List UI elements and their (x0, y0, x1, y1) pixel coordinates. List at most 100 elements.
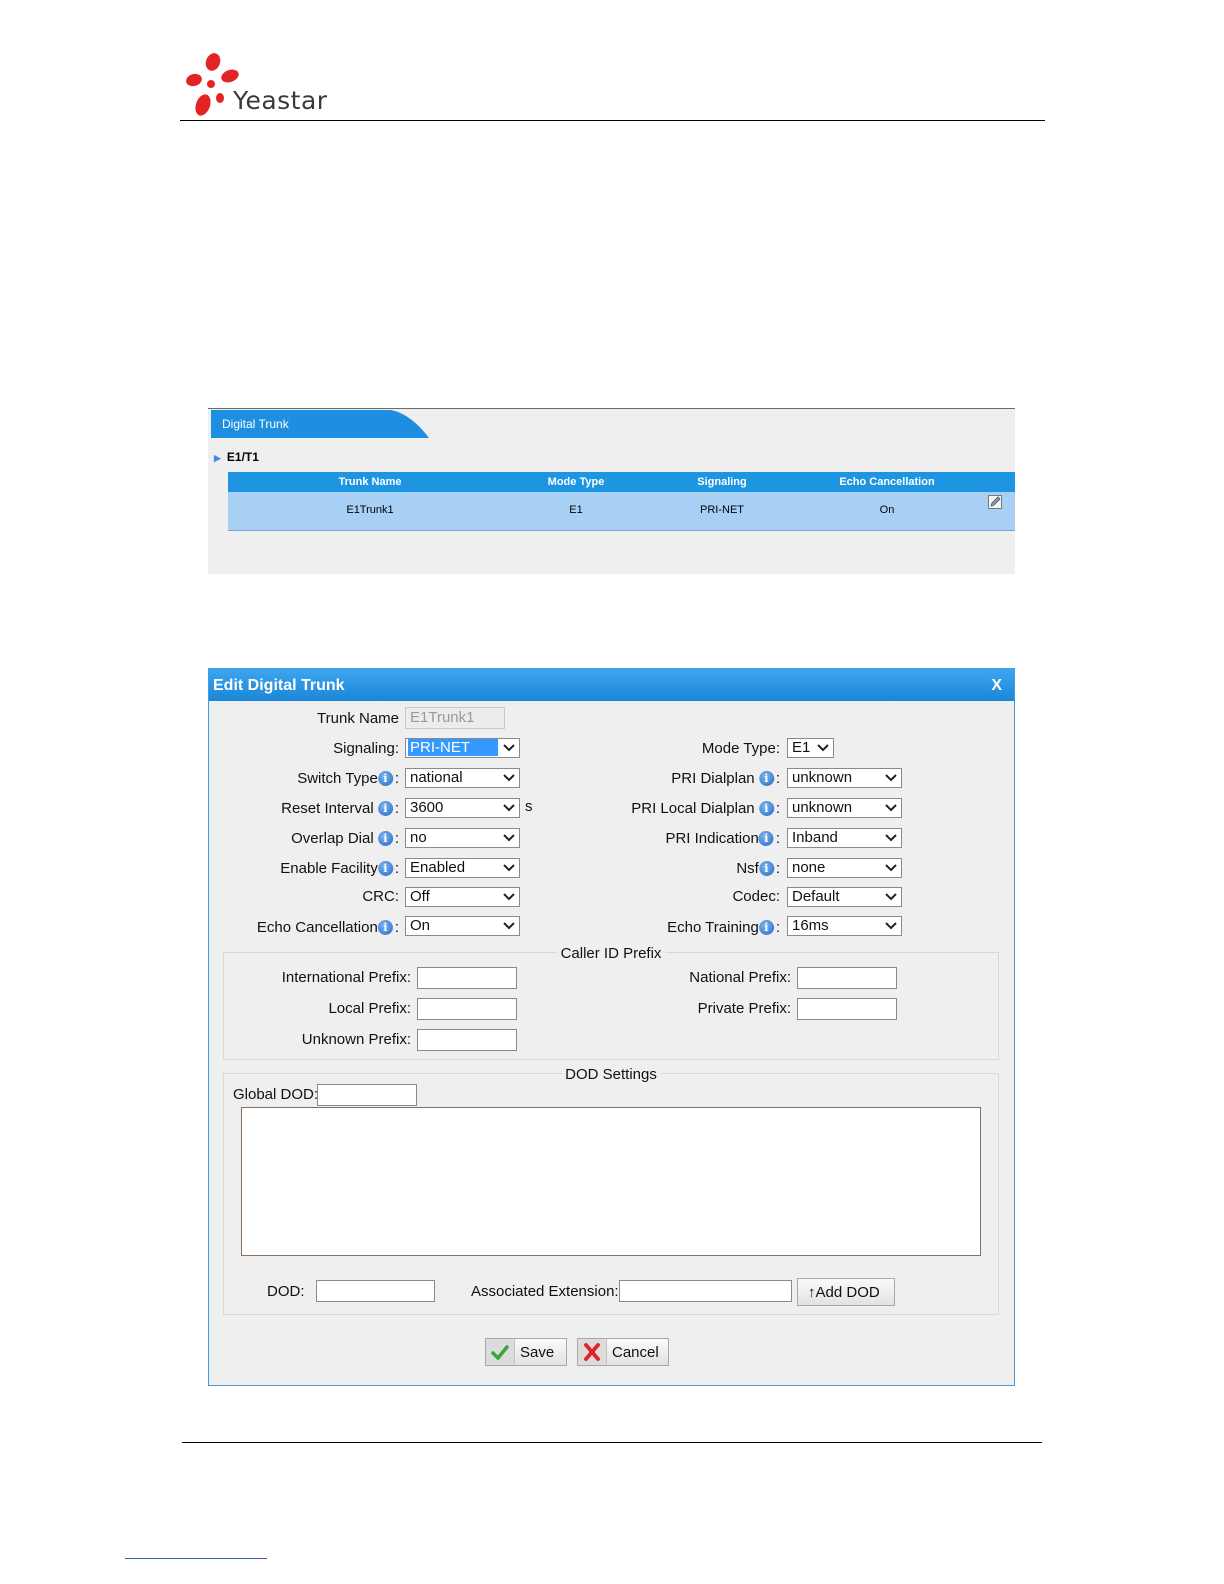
trunk-name-field: E1Trunk1 (405, 707, 505, 729)
cell-echo-cancellation: On (879, 504, 895, 516)
panel-top-line (208, 408, 1015, 409)
nsf-value: none (792, 859, 826, 876)
switch-type-select[interactable]: national (405, 768, 520, 788)
local-prefix-input[interactable] (417, 998, 517, 1020)
dod-list-box[interactable] (241, 1107, 981, 1256)
private-prefix-label: Private Prefix: (697, 1000, 791, 1017)
colon: : (394, 830, 399, 847)
info-icon[interactable]: i (377, 861, 393, 876)
unknown-prefix-input[interactable] (417, 1029, 517, 1051)
info-icon[interactable]: i (377, 920, 393, 935)
overlap-dial-select[interactable]: no (405, 828, 520, 848)
add-dod-label: ↑Add DOD (808, 1284, 880, 1301)
pri-indication-select[interactable]: Inband (787, 828, 902, 848)
colon: : (775, 919, 780, 936)
echo-training-value: 16ms (792, 917, 829, 934)
pri-dialplan-text: PRI Dialplan (671, 770, 755, 787)
info-icon[interactable]: i (758, 801, 774, 816)
switch-type-label: Switch Type i: (297, 770, 399, 787)
reset-interval-unit: s (525, 798, 533, 815)
caller-id-prefix-legend: Caller ID Prefix (556, 945, 666, 962)
enable-facility-select[interactable]: Enabled (405, 858, 520, 878)
chevron-down-icon (885, 774, 897, 782)
echo-cancellation-label: Echo Cancellation i: (257, 919, 399, 936)
edit-icon[interactable] (988, 495, 1002, 509)
add-dod-button[interactable]: ↑Add DOD (797, 1278, 895, 1306)
info-icon[interactable]: i (758, 920, 774, 935)
codec-value: Default (792, 888, 840, 905)
chevron-down-icon (503, 774, 515, 782)
national-prefix-input[interactable] (797, 967, 897, 989)
echo-training-label: Echo Training i: (667, 919, 780, 936)
cell-signaling: PRI-NET (700, 504, 744, 516)
digital-trunk-tab-label: Digital Trunk (222, 417, 289, 431)
crc-label: CRC: (362, 888, 399, 905)
save-label: Save (520, 1344, 555, 1361)
dod-input[interactable] (316, 1280, 435, 1302)
chevron-down-icon (503, 744, 515, 752)
chevron-down-icon (503, 864, 515, 872)
chevron-down-icon (503, 922, 515, 930)
column-header-signaling: Signaling (697, 476, 747, 488)
chevron-down-icon (885, 922, 897, 930)
colon: : (394, 860, 399, 877)
pri-indication-label: PRI Indication i: (665, 830, 780, 847)
associated-extension-input[interactable] (619, 1280, 792, 1302)
signaling-select[interactable]: PRI-NET (405, 738, 520, 758)
pri-indication-text: PRI Indication (665, 830, 759, 847)
cancel-label: Cancel (612, 1344, 659, 1361)
nsf-label: Nsf i: (736, 860, 780, 877)
trunk-table: Trunk Name Mode Type Signaling Echo Canc… (228, 472, 1015, 531)
info-icon[interactable]: i (377, 801, 393, 816)
colon: : (775, 830, 780, 847)
chevron-down-icon (503, 893, 515, 901)
echo-cancellation-select[interactable]: On (405, 916, 520, 936)
echo-training-text: Echo Training (667, 919, 759, 936)
pri-local-dialplan-text: PRI Local Dialplan (631, 800, 755, 817)
chevron-down-icon (885, 834, 897, 842)
edit-digital-trunk-dialog: Edit Digital Trunk X Trunk Name E1Trunk1… (208, 668, 1015, 1386)
colon: : (394, 800, 399, 817)
switch-type-text: Switch Type (297, 770, 378, 787)
info-icon[interactable]: i (377, 771, 393, 786)
chevron-down-icon (885, 893, 897, 901)
echo-training-select[interactable]: 16ms (787, 916, 902, 936)
pri-local-dialplan-label: PRI Local Dialplan i: (631, 800, 780, 817)
colon: : (394, 770, 399, 787)
save-button[interactable]: Save (485, 1338, 567, 1366)
pri-local-dialplan-select[interactable]: unknown (787, 798, 902, 818)
global-dod-input[interactable] (317, 1084, 417, 1106)
info-icon[interactable]: i (758, 861, 774, 876)
column-header-echo-cancellation: Echo Cancellation (839, 476, 935, 488)
nsf-select[interactable]: none (787, 858, 902, 878)
pri-dialplan-select[interactable]: unknown (787, 768, 902, 788)
unknown-prefix-label: Unknown Prefix: (301, 1031, 411, 1048)
reset-interval-value: 3600 (410, 799, 444, 816)
pri-dialplan-label: PRI Dialplan i: (671, 770, 780, 787)
crc-select[interactable]: Off (405, 887, 520, 907)
reset-interval-select[interactable]: 3600 (405, 798, 520, 818)
international-prefix-input[interactable] (417, 967, 517, 989)
mode-type-value: E1 (792, 739, 811, 756)
pri-indication-value: Inband (792, 829, 838, 846)
info-icon[interactable]: i (758, 771, 774, 786)
echo-cancellation-value: On (410, 917, 431, 934)
nsf-text: Nsf (736, 860, 759, 877)
mode-type-select[interactable]: E1 (787, 738, 834, 758)
info-icon[interactable]: i (758, 831, 774, 846)
info-icon[interactable]: i (377, 831, 393, 846)
e1t1-section-header[interactable]: ▶ E1/T1 (214, 450, 259, 464)
table-row[interactable]: E1Trunk1 E1 PRI-NET On (228, 492, 1015, 531)
trunk-table-header: Trunk Name Mode Type Signaling Echo Canc… (228, 472, 1015, 492)
enable-facility-label: Enable Facility i: (280, 860, 399, 877)
close-button[interactable]: X (991, 677, 1002, 695)
colon: : (775, 860, 780, 877)
codec-label: Codec: (732, 888, 780, 905)
codec-select[interactable]: Default (787, 887, 902, 907)
reset-interval-text: Reset Interval (281, 800, 374, 817)
chevron-down-icon (817, 744, 829, 752)
private-prefix-input[interactable] (797, 998, 897, 1020)
cell-trunk-name: E1Trunk1 (346, 504, 394, 516)
cancel-button[interactable]: Cancel (577, 1338, 669, 1366)
associated-extension-label: Associated Extension: (471, 1283, 619, 1300)
